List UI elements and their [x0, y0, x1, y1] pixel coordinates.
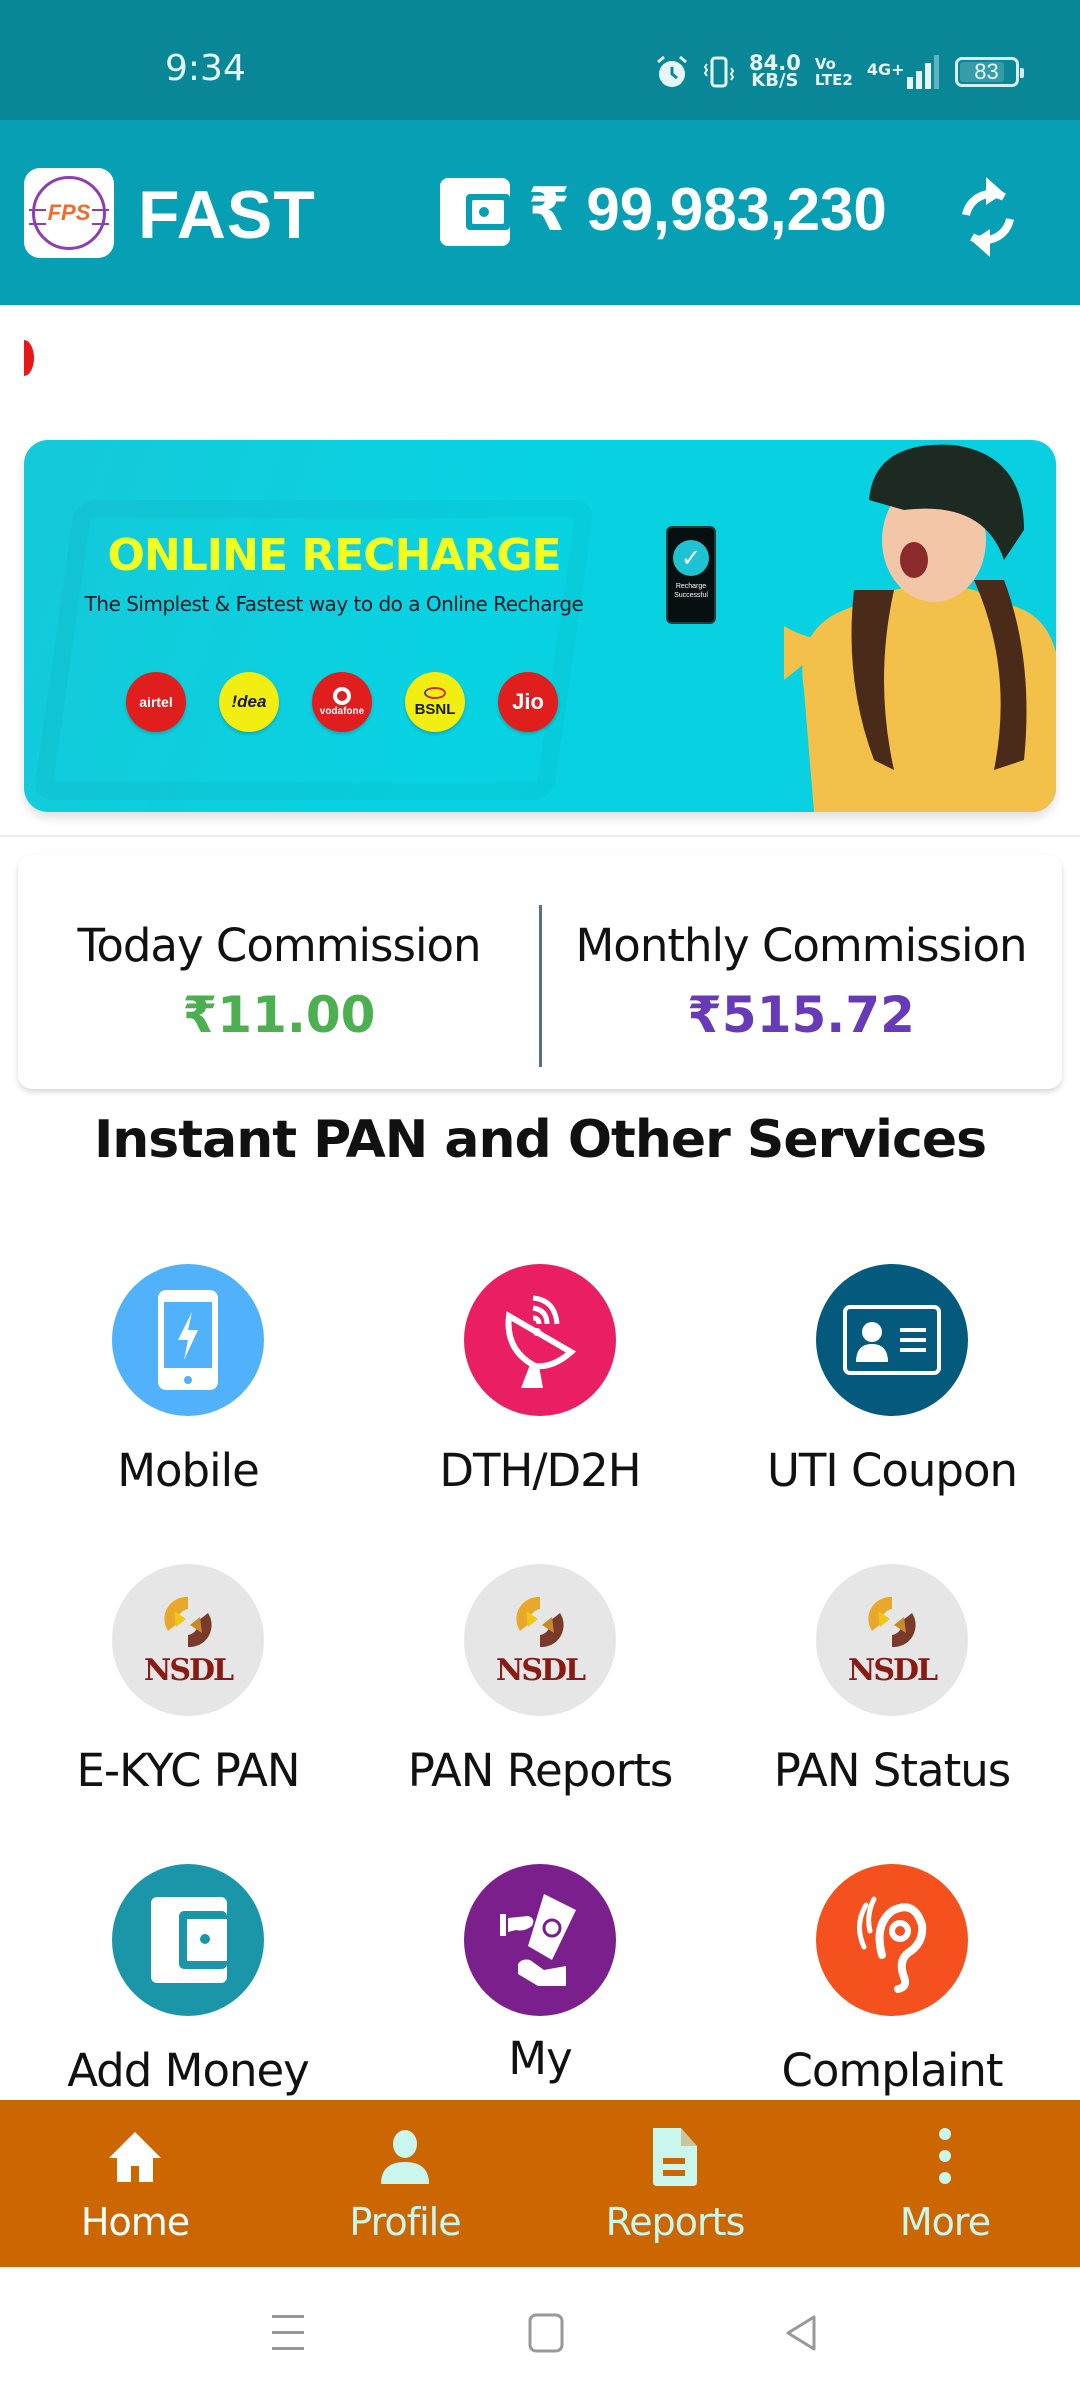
nav-home[interactable]: Home: [0, 2100, 270, 2267]
bottom-nav: Home Profile Reports More: [0, 2100, 1080, 2267]
money-hand-icon: [500, 1894, 576, 1986]
service-pan-status[interactable]: NSDL PAN Status: [712, 1564, 1072, 1797]
alarm-icon: [657, 55, 687, 87]
recents-icon: [272, 2315, 304, 2350]
volte-indicator: Vo LTE2: [814, 55, 853, 89]
profile-icon: [381, 2130, 429, 2184]
idea-logo-icon: !dea: [219, 672, 279, 732]
mobile-recharge-icon: [158, 1290, 218, 1390]
signal-icon: 4G+: [867, 55, 941, 89]
kid-illustration: [784, 444, 1056, 812]
wallet-icon[interactable]: [440, 178, 510, 246]
nav-profile[interactable]: Profile: [270, 2100, 540, 2267]
system-nav: [0, 2267, 1080, 2400]
back-icon: [786, 2315, 816, 2351]
ear-icon: [857, 1896, 927, 1993]
wallet-balance: ₹ 99,983,230: [528, 176, 887, 243]
service-ekyc-pan[interactable]: NSDL E-KYC PAN: [8, 1564, 368, 1797]
reports-icon: [653, 2128, 697, 2186]
nav-more[interactable]: More: [810, 2100, 1080, 2267]
operator-logos: airtel !dea vodafone BSNL Jio: [126, 672, 558, 732]
more-icon: [939, 2128, 951, 2184]
service-add-money[interactable]: Add Money: [8, 1864, 368, 2097]
service-pan-reports[interactable]: NSDL PAN Reports: [360, 1564, 720, 1797]
square-home-icon: [528, 2313, 564, 2353]
services-heading: Instant PAN and Other Services: [93, 1110, 987, 1170]
network-speed: 84.0 KB/S: [749, 51, 801, 91]
service-dth[interactable]: DTH/D2H: [360, 1264, 720, 1497]
today-commission-value: ₹11.00: [182, 986, 376, 1044]
app-logo: FPS: [24, 168, 114, 258]
banner-subtitle: The Simplest & Fastest way to do a Onlin…: [84, 592, 584, 616]
status-icons: 84.0 KB/S Vo LTE2 4G+ 83: [655, 50, 1024, 94]
recents-button[interactable]: [264, 2309, 312, 2357]
nsdl-logo-icon: [164, 1596, 212, 1647]
signal-bars-icon: [906, 55, 939, 89]
services-grid: Mobile DTH/D2H UTI Coupon NSDL E-KYC PAN…: [0, 1190, 1080, 2100]
bsnl-logo-icon: BSNL: [405, 672, 465, 732]
satellite-dish-icon: [505, 1295, 577, 1388]
nsdl-logo-icon: [516, 1596, 564, 1647]
monthly-commission-value: ₹515.72: [687, 986, 915, 1044]
airtel-logo-icon: airtel: [126, 672, 186, 732]
banner-title: ONLINE RECHARGE: [107, 530, 562, 581]
today-commission: Today Commission ₹11.00: [18, 919, 540, 1044]
status-bar: 9:34 84.0 KB/S Vo LTE2 4G+ 83: [0, 0, 1080, 120]
id-card-icon: [843, 1305, 941, 1375]
app-header: FPS FAST ₹ 99,983,230: [0, 120, 1080, 305]
service-complaint[interactable]: Complaint: [712, 1864, 1072, 2097]
service-uti-coupon[interactable]: UTI Coupon: [712, 1264, 1072, 1497]
phone-illustration: ✓ Recharge Successful: [666, 526, 716, 624]
battery-indicator: 83: [954, 57, 1024, 87]
nsdl-logo-icon: [868, 1596, 916, 1647]
vibrate-icon: [703, 56, 735, 88]
refresh-icon[interactable]: [952, 175, 1024, 259]
commission-card: Today Commission ₹11.00 Monthly Commissi…: [18, 855, 1062, 1089]
home-system-button[interactable]: [522, 2309, 570, 2357]
wallet-icon: [151, 1897, 227, 1983]
service-my[interactable]: My: [360, 1864, 720, 2085]
service-mobile[interactable]: Mobile: [8, 1264, 368, 1497]
news-marquee: [24, 340, 34, 376]
monthly-commission: Monthly Commission ₹515.72: [540, 919, 1062, 1044]
jio-logo-icon: Jio: [498, 672, 558, 732]
status-time: 9:34: [165, 48, 246, 89]
back-button[interactable]: [778, 2309, 826, 2357]
section-divider: [0, 835, 1080, 837]
home-icon: [109, 2132, 161, 2182]
promo-banner[interactable]: ONLINE RECHARGE The Simplest & Fastest w…: [24, 440, 1056, 812]
check-icon: ✓: [673, 540, 709, 576]
brand-title: FAST: [138, 177, 316, 253]
vodafone-logo-icon: vodafone: [312, 672, 372, 732]
nav-reports[interactable]: Reports: [540, 2100, 810, 2267]
